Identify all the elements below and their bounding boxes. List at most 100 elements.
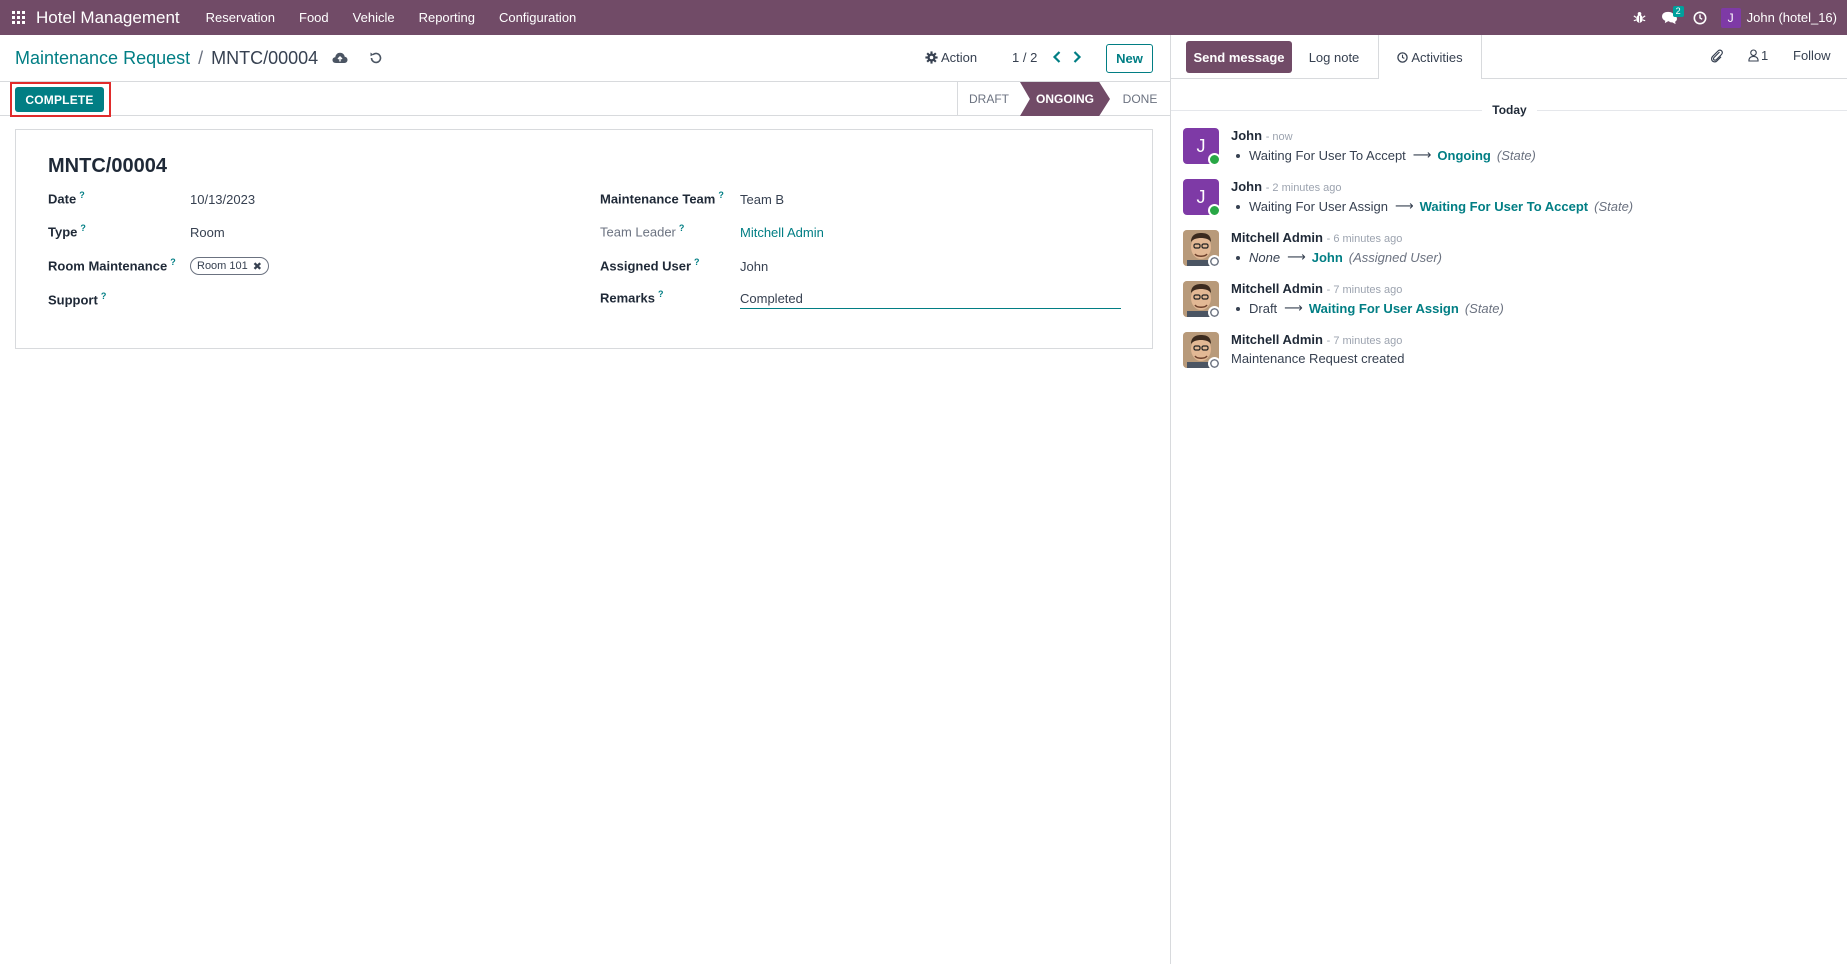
pager-value[interactable]: 1 / 2 xyxy=(1012,50,1037,65)
stage-ongoing[interactable]: ONGOING xyxy=(1020,82,1110,116)
room-tag: Room 101 ✖ xyxy=(190,257,269,275)
log-note-button[interactable]: Log note xyxy=(1299,41,1369,73)
action-label: Action xyxy=(941,50,978,65)
message-date: - 2 minutes ago xyxy=(1265,182,1342,194)
type-label: Type? xyxy=(48,223,86,240)
control-panel: Maintenance Request / MNTC/00004 Action … xyxy=(0,35,1170,82)
menu-configuration[interactable]: Configuration xyxy=(487,10,588,25)
action-menu-button[interactable]: Action xyxy=(925,50,977,65)
room-maintenance-label: Room Maintenance? xyxy=(48,257,176,274)
app-brand[interactable]: Hotel Management xyxy=(36,8,180,28)
arrow-icon: ⟶ xyxy=(1412,147,1432,162)
tracking-old-value: Waiting For User To Accept xyxy=(1249,147,1406,163)
discard-changes-icon[interactable] xyxy=(368,50,384,66)
complete-button[interactable]: COMPLETE xyxy=(15,87,104,112)
tracking-change: None ⟶ John (Assigned User) xyxy=(1236,249,1442,265)
tracking-field-name: (Assigned User) xyxy=(1348,249,1442,265)
apps-grid-icon[interactable] xyxy=(0,0,36,35)
tracking-field-name: (State) xyxy=(1496,147,1536,163)
tracking-old-value: Waiting For User Assign xyxy=(1249,198,1388,214)
tracking-new-value: Waiting For User Assign xyxy=(1308,300,1459,316)
send-message-button[interactable]: Send message xyxy=(1186,41,1292,73)
help-icon[interactable]: ? xyxy=(658,289,664,299)
message-author[interactable]: Mitchell Admin xyxy=(1231,230,1323,245)
menu-food[interactable]: Food xyxy=(287,10,341,25)
message-author[interactable]: Mitchell Admin xyxy=(1231,332,1323,347)
tracking-old-value: Draft xyxy=(1249,300,1278,316)
clock-icon xyxy=(1397,51,1409,63)
today-label: Today xyxy=(1492,103,1527,117)
stage-draft[interactable]: DRAFT xyxy=(957,82,1020,116)
remarks-input[interactable] xyxy=(740,289,1121,309)
tracking-change: Waiting For User Assign ⟶ Waiting For Us… xyxy=(1236,198,1633,214)
activities-label: Activities xyxy=(1411,49,1463,65)
message-date: - 7 minutes ago xyxy=(1326,284,1403,296)
tracking-field-name: (State) xyxy=(1464,300,1504,316)
arrow-icon: ⟶ xyxy=(1284,300,1303,315)
maintenance-team-label: Maintenance Team? xyxy=(600,190,724,207)
help-icon[interactable]: ? xyxy=(694,257,700,267)
message-author[interactable]: John xyxy=(1231,179,1262,194)
tracking-change: Waiting For User To Accept ⟶ Ongoing (St… xyxy=(1236,147,1536,163)
help-icon[interactable]: ? xyxy=(679,223,685,233)
chatter-panel: Send message Log note Activities 1 Follo… xyxy=(1170,35,1847,964)
offline-status-icon xyxy=(1208,306,1221,319)
help-icon[interactable]: ? xyxy=(718,190,724,200)
user-menu[interactable]: J John (hotel_16) xyxy=(1720,7,1837,28)
top-navbar: Hotel Management Reservation Food Vehicl… xyxy=(0,0,1847,35)
today-separator: Today xyxy=(1171,102,1847,118)
menu-vehicle[interactable]: Vehicle xyxy=(341,10,407,25)
tracking-new-value: Ongoing xyxy=(1437,147,1491,163)
chatter-topbar: Send message Log note Activities 1 Follo… xyxy=(1171,35,1847,79)
online-status-icon xyxy=(1208,153,1221,166)
tracking-new-value: John xyxy=(1311,249,1343,265)
gear-icon xyxy=(925,51,938,64)
help-icon[interactable]: ? xyxy=(80,223,86,233)
maintenance-team-value[interactable]: Team B xyxy=(740,192,784,207)
breadcrumb-parent-link[interactable]: Maintenance Request xyxy=(15,48,190,69)
message-author[interactable]: John xyxy=(1231,128,1262,143)
date-label: Date? xyxy=(48,190,85,207)
message-date: - 6 minutes ago xyxy=(1326,233,1403,245)
activities-button[interactable]: Activities xyxy=(1378,35,1482,79)
menu-reservation[interactable]: Reservation xyxy=(194,10,287,25)
online-status-icon xyxy=(1208,204,1221,217)
help-icon[interactable]: ? xyxy=(79,190,85,200)
remarks-label: Remarks? xyxy=(600,289,664,306)
date-value[interactable]: 10/13/2023 xyxy=(190,192,255,207)
message-text: Maintenance Request created xyxy=(1231,351,1405,366)
pager-next-icon[interactable] xyxy=(1069,48,1085,66)
followers-count: 1 xyxy=(1761,48,1769,63)
breadcrumb-separator: / xyxy=(198,48,204,68)
type-value[interactable]: Room xyxy=(190,225,225,240)
remove-tag-icon[interactable]: ✖ xyxy=(253,260,262,273)
message-date: - now xyxy=(1265,131,1293,143)
message-date: - 7 minutes ago xyxy=(1326,335,1403,347)
help-icon[interactable]: ? xyxy=(101,291,107,301)
room-tag-label: Room 101 xyxy=(197,260,248,272)
new-record-button[interactable]: New xyxy=(1106,44,1153,73)
arrow-icon: ⟶ xyxy=(1394,198,1414,213)
support-label: Support? xyxy=(48,291,107,308)
menu-reporting[interactable]: Reporting xyxy=(407,10,487,25)
pager-previous-icon[interactable] xyxy=(1049,48,1065,66)
team-leader-link[interactable]: Mitchell Admin xyxy=(740,225,824,240)
stage-done[interactable]: DONE xyxy=(1110,82,1170,116)
person-icon xyxy=(1748,49,1759,62)
clock-icon[interactable] xyxy=(1685,0,1715,35)
offline-status-icon xyxy=(1208,357,1221,370)
followers-button[interactable]: 1 xyxy=(1748,48,1768,63)
save-cloud-icon[interactable] xyxy=(332,51,348,65)
bug-icon[interactable] xyxy=(1625,0,1655,35)
breadcrumb-current: MNTC/00004 xyxy=(211,48,319,68)
messages-count-badge: 2 xyxy=(1672,6,1684,17)
follow-button[interactable]: Follow xyxy=(1793,48,1831,63)
assigned-user-value[interactable]: John xyxy=(740,259,768,274)
chat-icon[interactable]: 2 xyxy=(1655,0,1685,35)
user-avatar: J xyxy=(1720,7,1741,28)
message-author[interactable]: Mitchell Admin xyxy=(1231,281,1323,296)
paperclip-icon[interactable] xyxy=(1709,48,1725,64)
breadcrumb: Maintenance Request / MNTC/00004 xyxy=(15,48,318,69)
help-icon[interactable]: ? xyxy=(170,257,176,267)
tracking-new-value: Waiting For User To Accept xyxy=(1419,198,1589,214)
